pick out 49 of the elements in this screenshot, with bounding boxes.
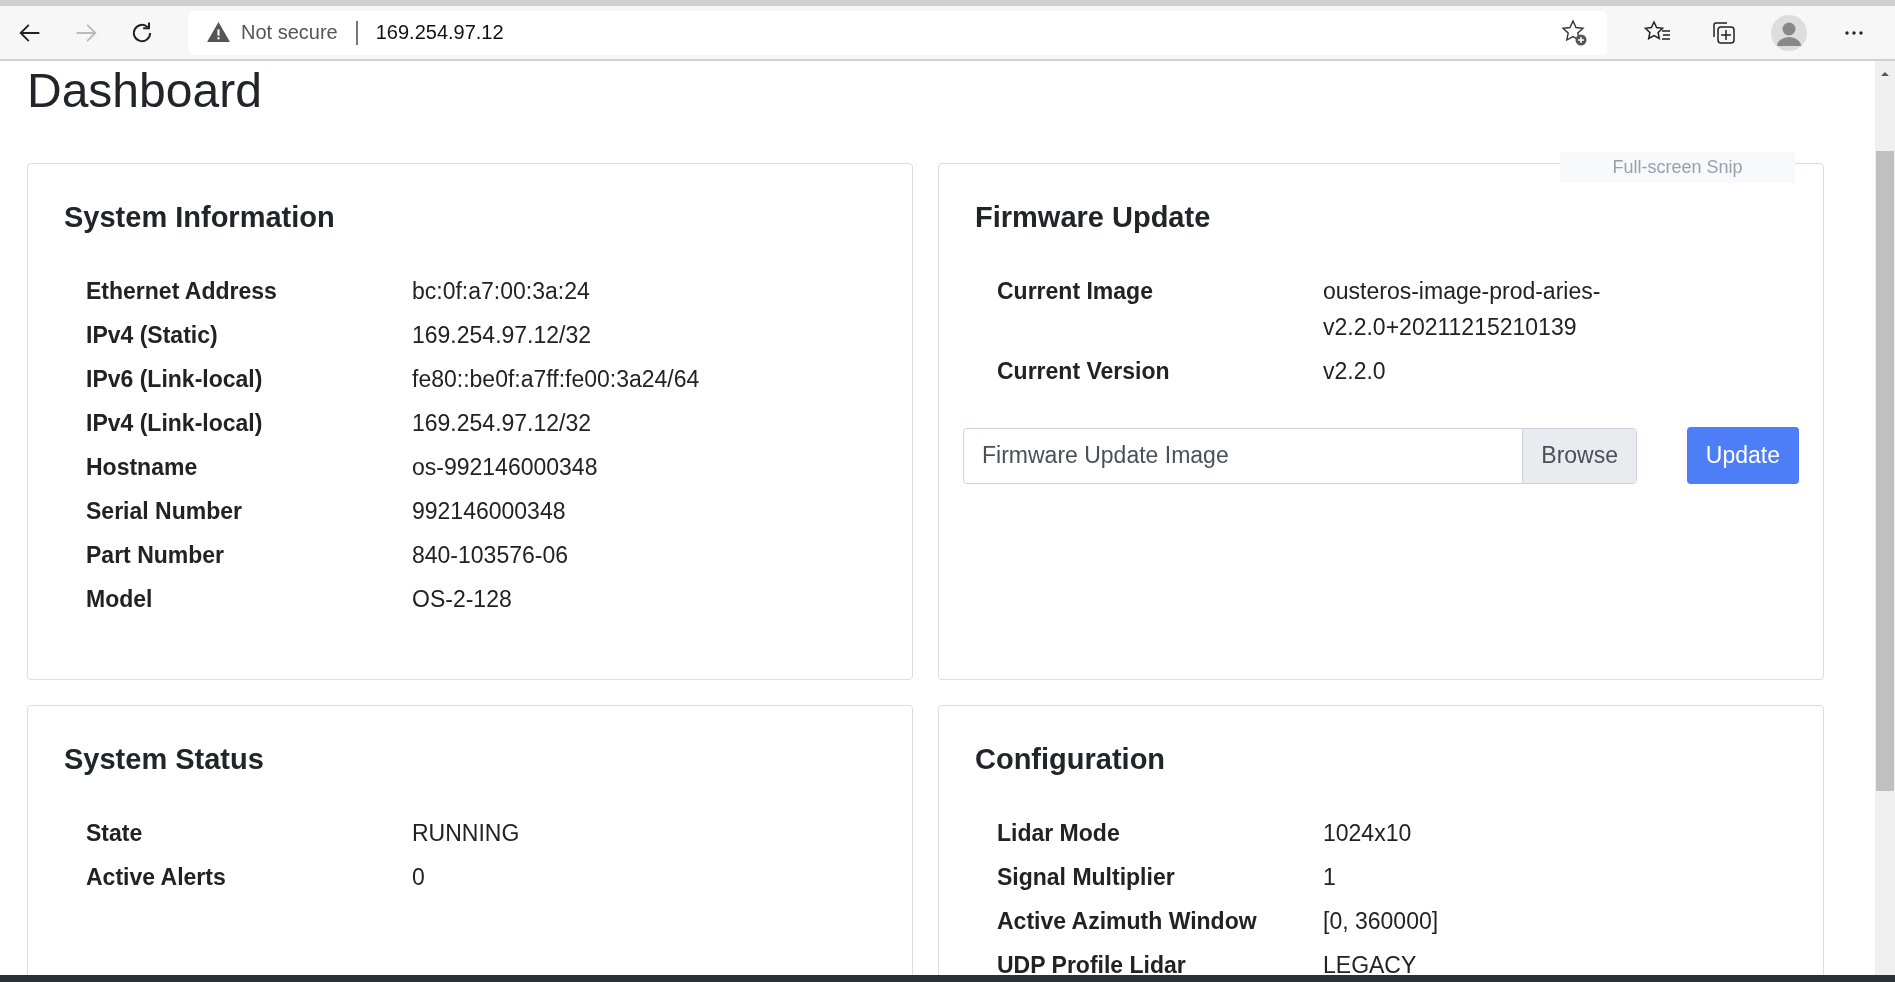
field-label: Signal Multiplier: [997, 863, 1176, 892]
field-label: Hostname: [86, 453, 199, 482]
card-title: Configuration: [975, 742, 1167, 777]
tooltip: Full-screen Snip: [1560, 152, 1795, 183]
field-label: UDP Profile Lidar: [997, 951, 1187, 975]
update-button[interactable]: Update: [1686, 427, 1799, 484]
scrollbar-thumb[interactable]: [1876, 151, 1894, 791]
field-value: v2.2.0: [1323, 357, 1387, 386]
field-value: 169.254.97.12/32: [412, 409, 593, 438]
field-value: 169.254.97.12/32: [412, 321, 593, 350]
url-text: 169.254.97.12: [375, 21, 505, 44]
field-label: State: [86, 819, 144, 848]
field-value: [0, 360000]: [1323, 907, 1440, 936]
address-bar[interactable]: Not secure 169.254.97.12: [188, 10, 1607, 55]
security-label[interactable]: Not secure: [241, 21, 338, 44]
field-value: fe80::be0f:a7ff:fe00:3a24/64: [412, 365, 701, 394]
add-favorite-icon[interactable]: [1561, 18, 1589, 47]
field-label: Lidar Mode: [997, 819, 1121, 848]
scrollbar[interactable]: [1875, 61, 1895, 975]
field-label: IPv4 (Static): [86, 321, 219, 350]
field-label: Active Azimuth Window: [997, 907, 1258, 936]
field-label: Ethernet Address: [86, 277, 278, 306]
file-input[interactable]: Firmware Update Image Browse: [963, 427, 1637, 484]
field-value: OS-2-128: [412, 585, 513, 614]
warning-icon: [206, 20, 231, 45]
field-value: RUNNING: [412, 819, 521, 848]
field-label: IPv4 (Link-local): [86, 409, 264, 438]
card-title: System Status: [64, 742, 265, 777]
field-label: Part Number: [86, 541, 226, 570]
field-label: Current Version: [997, 357, 1171, 386]
card-title: System Information: [64, 200, 336, 235]
field-label: Current Image: [997, 277, 1154, 306]
card-title: Firmware Update: [975, 200, 1212, 235]
field-label: Serial Number: [86, 497, 243, 526]
field-value: 0: [412, 863, 426, 892]
field-label: Active Alerts: [86, 863, 227, 892]
field-value: LEGACY: [1323, 951, 1418, 975]
profile-avatar-icon[interactable]: [1771, 14, 1807, 51]
field-value: 992146000348: [412, 497, 567, 526]
field-value: 840-103576-06: [412, 541, 570, 570]
page-title: Dashboard: [27, 63, 263, 119]
field-value: os-992146000348: [412, 453, 599, 482]
field-value: 1024x10: [1323, 819, 1413, 848]
field-value: 1: [1323, 863, 1337, 892]
field-label: IPv6 (Link-local): [86, 365, 264, 394]
browse-button[interactable]: Browse: [1522, 428, 1636, 483]
field-value: bc:0f:a7:00:3a:24: [412, 277, 591, 306]
scroll-up-icon[interactable]: [1880, 69, 1890, 79]
field-label: Model: [86, 585, 154, 614]
